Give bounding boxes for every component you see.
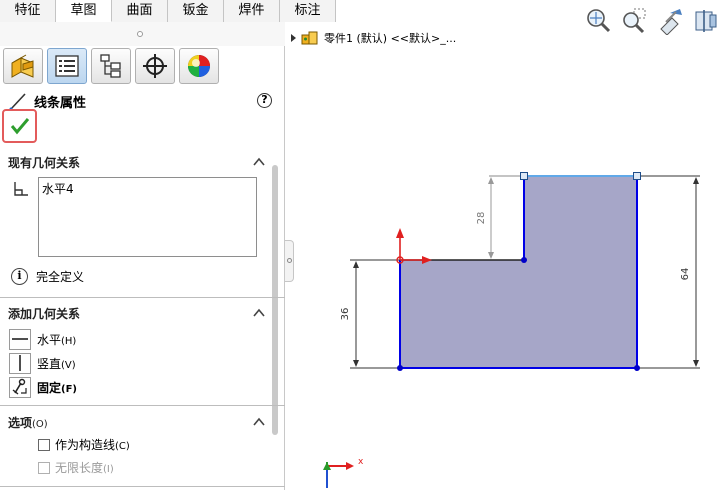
extension-line bbox=[489, 175, 524, 261]
tab-sheet-metal[interactable]: 钣金 bbox=[168, 0, 224, 22]
property-manager-panel: 线条属性 ? 现有几何关系 水平4 i 完全定义 添加几何关系 水平(H) 竖直… bbox=[0, 22, 285, 490]
checkmark-icon bbox=[10, 118, 29, 135]
section-divider bbox=[0, 486, 285, 487]
property-manager-icon bbox=[55, 55, 79, 77]
tab-features[interactable]: 特征 bbox=[0, 0, 56, 22]
tab-weldments[interactable]: 焊件 bbox=[224, 0, 280, 22]
infinite-length-option[interactable]: 无限长度(I) bbox=[38, 459, 114, 476]
dimension-text-left[interactable]: 36 bbox=[340, 308, 351, 321]
sketch-region bbox=[400, 176, 637, 368]
display-manager-icon bbox=[188, 55, 210, 77]
chevron-up-icon[interactable] bbox=[252, 306, 266, 320]
add-fix-relation[interactable]: 固定(F) bbox=[9, 376, 77, 398]
sketch-endpoint[interactable] bbox=[633, 172, 641, 180]
existing-relations-header[interactable]: 现有几何关系 bbox=[8, 152, 266, 172]
chevron-up-icon[interactable] bbox=[252, 415, 266, 429]
horizontal-relation-icon bbox=[9, 328, 31, 350]
help-icon[interactable]: ? bbox=[257, 93, 272, 108]
info-icon: i bbox=[11, 268, 28, 285]
dimension-text-right[interactable]: 64 bbox=[680, 268, 691, 281]
sketch-point[interactable] bbox=[521, 257, 527, 263]
chevron-up-icon[interactable] bbox=[252, 155, 266, 169]
dimension-text-step[interactable]: 28 bbox=[476, 212, 487, 225]
property-title-text: 线条属性 bbox=[34, 95, 87, 111]
feature-manager-tab[interactable] bbox=[3, 48, 43, 84]
sketch-point[interactable] bbox=[397, 365, 403, 371]
triad-x-label: x bbox=[358, 457, 364, 467]
dimension-step[interactable]: 28 bbox=[476, 177, 494, 259]
add-vertical-relation[interactable]: 竖直(V) bbox=[9, 352, 76, 374]
tab-surfaces[interactable]: 曲面 bbox=[112, 0, 168, 22]
infinite-length-checkbox[interactable] bbox=[38, 461, 50, 474]
tab-sketch[interactable]: 草图 bbox=[56, 0, 112, 22]
panel-scrollbar[interactable] bbox=[272, 165, 278, 435]
panel-grip-bar[interactable] bbox=[0, 22, 285, 46]
options-header[interactable]: 选项(O) bbox=[8, 412, 266, 432]
construction-geometry-checkbox[interactable] bbox=[38, 438, 50, 451]
sketch-origin bbox=[396, 228, 432, 264]
extension-line bbox=[350, 259, 400, 369]
add-relations-title: 添加几何关系 bbox=[8, 306, 81, 321]
relations-icon bbox=[14, 182, 28, 196]
vertical-relation-icon bbox=[9, 352, 31, 374]
dimxpert-manager-tab[interactable] bbox=[135, 48, 175, 84]
section-divider bbox=[0, 297, 285, 298]
relation-item[interactable]: 水平4 bbox=[42, 180, 74, 197]
add-horizontal-relation[interactable]: 水平(H) bbox=[9, 328, 76, 350]
property-manager-tab[interactable] bbox=[47, 48, 87, 84]
configuration-manager-tab[interactable] bbox=[91, 48, 131, 84]
solidworks-window: 特征 草图 曲面 钣金 焊件 标注 线条属性 ? 现有几何关系 水平4 i 完全… bbox=[0, 0, 728, 490]
grip-dot-icon bbox=[137, 31, 143, 37]
sketch-endpoint[interactable] bbox=[520, 172, 528, 180]
line-tool-icon bbox=[9, 93, 26, 111]
definition-status-text: 完全定义 bbox=[36, 270, 85, 284]
existing-relations-list[interactable]: 水平4 bbox=[38, 177, 257, 257]
graphics-area[interactable]: 36 28 64 x bbox=[286, 0, 728, 490]
fix-relation-icon bbox=[9, 376, 31, 398]
definition-status: i 完全定义 bbox=[11, 268, 84, 285]
add-relations-header[interactable]: 添加几何关系 bbox=[8, 303, 266, 323]
construction-geometry-option[interactable]: 作为构造线(C) bbox=[38, 436, 130, 453]
display-manager-tab[interactable] bbox=[179, 48, 219, 84]
dimension-right[interactable]: 64 bbox=[680, 177, 699, 367]
dimxpert-manager-icon bbox=[143, 54, 167, 78]
feature-manager-icon bbox=[11, 54, 34, 78]
options-title: 选项 bbox=[8, 415, 33, 430]
ok-button[interactable] bbox=[2, 109, 37, 143]
reference-triad: x bbox=[323, 457, 364, 488]
configuration-manager-icon bbox=[100, 54, 121, 78]
section-divider bbox=[0, 405, 285, 406]
existing-relations-title: 现有几何关系 bbox=[8, 155, 81, 170]
sketch-point[interactable] bbox=[634, 365, 640, 371]
dimension-left[interactable]: 36 bbox=[340, 261, 359, 367]
manager-tabs bbox=[3, 48, 219, 84]
